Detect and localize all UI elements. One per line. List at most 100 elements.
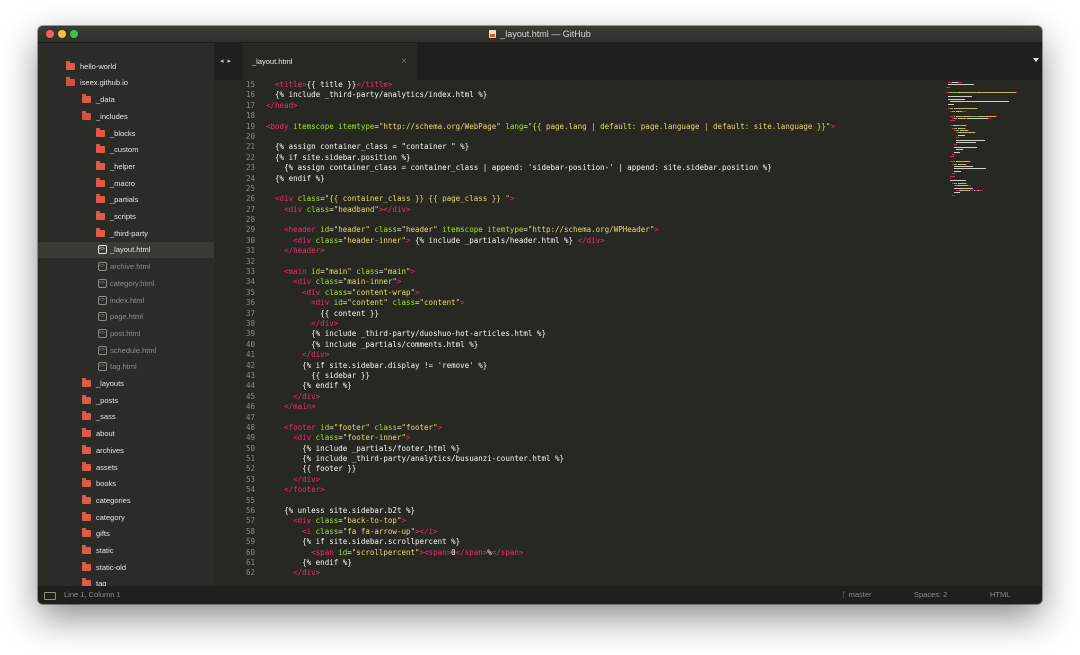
git-branch[interactable]: ᚴ master	[842, 590, 872, 599]
sidebar-folder--sass[interactable]: _sass	[38, 409, 214, 425]
branch-name: master	[848, 590, 872, 599]
sidebar-file-category-html[interactable]: category.html	[38, 275, 214, 292]
sidebar-folder-hello-world[interactable]: hello-world	[38, 59, 214, 75]
code-token: itemscope itemtype	[288, 121, 375, 131]
sidebar-folder--data[interactable]: _data	[38, 92, 214, 108]
code-line[interactable]: {{ footer }}	[266, 464, 932, 474]
sidebar-file-tag-html[interactable]: tag.html	[38, 358, 214, 375]
code-line[interactable]: <div class="back-to-top">	[266, 516, 932, 526]
sidebar-folder-iseex-github-io[interactable]: iseex.github.io	[38, 75, 214, 91]
code-line[interactable]	[266, 111, 932, 121]
tab-layout-html[interactable]: _layout.html ×	[243, 43, 417, 80]
code-line[interactable]: <div class="header-inner"> {% include _p…	[266, 236, 932, 246]
sidebar-folder--layouts[interactable]: _layouts	[38, 376, 214, 392]
sidebar-file-post-html[interactable]: post.html	[38, 325, 214, 342]
indentation-setting[interactable]: Spaces: 2	[914, 590, 947, 599]
minimap[interactable]	[946, 82, 1036, 232]
sidebar-file-schedule-html[interactable]: schedule.html	[38, 342, 214, 359]
code-line[interactable]: </div>	[266, 568, 932, 578]
sidebar-folder-assets[interactable]: assets	[38, 460, 214, 476]
code-line[interactable]: <title>{{ title }}</title>	[266, 80, 932, 90]
sidebar-file--layout-html[interactable]: _layout.html	[38, 241, 214, 259]
code-line[interactable]: <body itemscope itemtype="http://schema.…	[266, 122, 932, 132]
code-line[interactable]: {{ content }}	[266, 309, 932, 319]
code-line[interactable]: {% if site.sidebar.scrollpercent %}	[266, 537, 932, 547]
code-line[interactable]: <div class="footer-inner">	[266, 433, 932, 443]
sidebar-folder--third-party[interactable]: _third-party	[38, 226, 214, 242]
syntax-selector[interactable]: HTML	[990, 590, 1010, 599]
sidebar-item-label: category.html	[110, 278, 155, 288]
code-line[interactable]: <footer id="footer" class="footer">	[266, 423, 932, 433]
tab-close-icon[interactable]: ×	[401, 56, 407, 67]
project-sidebar[interactable]: hello-world iseex.github.io _data _includes…	[38, 43, 214, 586]
code-line[interactable]: {% endif %}	[266, 381, 932, 391]
code-line[interactable]: {% assign container_class = container_cl…	[266, 163, 932, 173]
sidebar-folder--includes[interactable]: _includes	[38, 109, 214, 125]
code-line[interactable]: {% include _third-party/analytics/index.…	[266, 90, 932, 100]
code-line[interactable]: {% if site.sidebar.position %}	[266, 153, 932, 163]
sidebar-folder-static-old[interactable]: static-old	[38, 560, 214, 576]
code-line[interactable]: {% if site.sidebar.display != 'remove' %…	[266, 361, 932, 371]
minimap-stroke	[961, 190, 970, 191]
code-line[interactable]: {% endif %}	[266, 558, 932, 568]
sidebar-folder-static[interactable]: static	[38, 543, 214, 559]
code-line[interactable]: {% include _partials/comments.html %}	[266, 340, 932, 350]
sidebar-file-archive-html[interactable]: archive.html	[38, 258, 214, 275]
sidebar-file-index-html[interactable]: index.html	[38, 292, 214, 309]
sidebar-folder-gifts[interactable]: gifts	[38, 526, 214, 542]
code-line[interactable]: </div>	[266, 319, 932, 329]
code-line[interactable]	[266, 132, 932, 142]
sidebar-folder--custom[interactable]: _custom	[38, 142, 214, 158]
code-line[interactable]: <div class="main-inner">	[266, 277, 932, 287]
minimap-stroke	[987, 118, 991, 119]
sidebar-folder--blocks[interactable]: _blocks	[38, 126, 214, 142]
code-line[interactable]: <i class="fa fa-arrow-up"></i>	[266, 527, 932, 537]
code-line[interactable]: <div class="content-wrap">	[266, 288, 932, 298]
code-line[interactable]: <div class="{{ container_class }} {{ pag…	[266, 194, 932, 204]
sidebar-folder-archives[interactable]: archives	[38, 443, 214, 459]
sidebar-folder-categories[interactable]: categories	[38, 493, 214, 509]
cursor-position[interactable]: Line 1, Column 1	[64, 590, 121, 599]
tab-nav-arrows-icon[interactable]: ◂ ▸	[220, 57, 232, 65]
sidebar-folder-books[interactable]: books	[38, 476, 214, 492]
sidebar-folder--partials[interactable]: _partials	[38, 192, 214, 208]
code-line[interactable]: {% include _partials/footer.html %}	[266, 444, 932, 454]
tab-menu-chevron-down-icon[interactable]	[1033, 58, 1039, 62]
code-line[interactable]: </div>	[266, 392, 932, 402]
code-line[interactable]: <header id="header" class="header" items…	[266, 225, 932, 235]
code-line[interactable]: {% include _third-party/duoshuo-hot-arti…	[266, 329, 932, 339]
code-area[interactable]: <title>{{ title }}</title> {% include _t…	[266, 80, 932, 586]
sidebar-folder--macro[interactable]: _macro	[38, 176, 214, 192]
code-line[interactable]	[266, 413, 932, 423]
code-line[interactable]: </footer>	[266, 485, 932, 495]
code-line[interactable]: <span id="scrollpercent"><span>0</span>%…	[266, 548, 932, 558]
code-line[interactable]: </main>	[266, 402, 932, 412]
code-editor[interactable]: 15 16 17 18 19 20 21 22 23 24 25 26 27 28 29 30 31 32 33 34…	[214, 80, 1042, 586]
code-line[interactable]: {{ sidebar }}	[266, 371, 932, 381]
code-line[interactable]: {% include _third-party/analytics/busuan…	[266, 454, 932, 464]
code-line[interactable]: <div class="headband"></div>	[266, 205, 932, 215]
code-line[interactable]: </div>	[266, 350, 932, 360]
line-number: 28	[245, 215, 255, 225]
panel-toggle-icon[interactable]	[44, 592, 56, 600]
sidebar-item-label: static	[96, 546, 114, 555]
code-line[interactable]: </head>	[266, 101, 932, 111]
sidebar-folder--scripts[interactable]: _scripts	[38, 209, 214, 225]
sidebar-folder-about[interactable]: about	[38, 426, 214, 442]
code-line[interactable]: <div id="content" class="content">	[266, 298, 932, 308]
sidebar-file-page-html[interactable]: page.html	[38, 308, 214, 325]
code-line[interactable]: {% unless site.sidebar.b2t %}	[266, 506, 932, 516]
code-line[interactable]: </header>	[266, 246, 932, 256]
code-line[interactable]	[266, 257, 932, 267]
code-line[interactable]	[266, 215, 932, 225]
sidebar-folder-tag[interactable]: tag	[38, 576, 214, 586]
code-line[interactable]: </div>	[266, 475, 932, 485]
code-line[interactable]: {% endif %}	[266, 174, 932, 184]
sidebar-folder--helper[interactable]: _helper	[38, 159, 214, 175]
code-line[interactable]	[266, 496, 932, 506]
code-line[interactable]	[266, 184, 932, 194]
sidebar-folder-category[interactable]: category	[38, 510, 214, 526]
code-line[interactable]: <main id="main" class="main">	[266, 267, 932, 277]
sidebar-folder--posts[interactable]: _posts	[38, 393, 214, 409]
code-line[interactable]: {% assign container_class = "container "…	[266, 142, 932, 152]
